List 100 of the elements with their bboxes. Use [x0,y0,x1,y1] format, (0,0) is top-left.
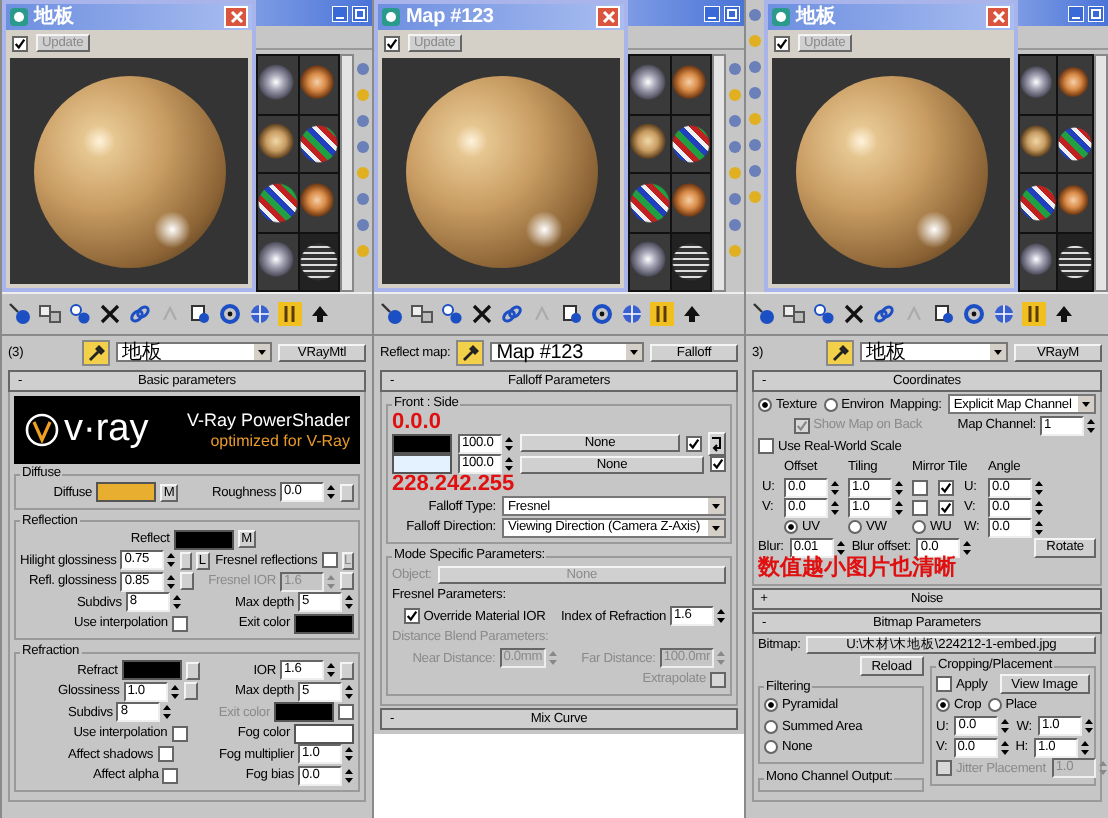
material-slot[interactable] [671,115,710,172]
color-swatch[interactable] [173,529,234,550]
checkbox[interactable] [793,417,810,434]
checkbox[interactable] [936,760,952,777]
delete-icon[interactable] [842,302,866,326]
ring-icon[interactable] [590,302,614,326]
arrow-up-icon[interactable] [308,302,332,326]
checkbox[interactable] [912,499,928,515]
spinner-arrows-icon[interactable] [962,539,973,556]
spheres-icon[interactable] [812,302,836,326]
cubes-icon[interactable] [38,302,62,326]
color-swatch[interactable] [392,433,452,454]
material-slot[interactable] [1020,115,1055,172]
material-slot[interactable] [1057,233,1092,290]
close-button[interactable] [596,6,620,28]
material-slot[interactable] [671,174,710,231]
checkbox[interactable] [936,676,952,693]
color-swatch[interactable] [294,613,354,634]
chain-icon[interactable] [500,302,524,326]
spinner-arrows-icon[interactable] [716,608,726,625]
globe-icon[interactable] [992,302,1016,326]
maximize-icon[interactable] [724,5,740,21]
dropdown-arrow-icon[interactable] [626,344,642,360]
spinner-arrows-icon[interactable] [344,594,354,611]
checkbox[interactable] [12,35,28,51]
spheres-icon[interactable] [68,302,92,326]
dropdown-arrow-icon[interactable] [708,498,724,515]
spinner-arrows-icon[interactable] [166,552,177,569]
material-slot[interactable] [1057,174,1092,231]
material-slot[interactable] [1057,115,1092,172]
checkbox[interactable] [321,552,338,569]
bars-icon[interactable] [1022,302,1046,326]
spinner-arrows-icon[interactable] [999,739,1010,756]
map-slot-button[interactable] [340,572,354,591]
spheres-icon[interactable] [440,302,464,326]
material-slot[interactable] [1057,56,1092,113]
material-slot[interactable] [1020,56,1055,113]
checkbox[interactable] [171,615,188,632]
ball-arrow-icon[interactable] [752,302,776,326]
clipboard-icon[interactable] [560,302,584,326]
material-slot[interactable] [630,174,669,231]
close-button[interactable] [986,6,1010,28]
ball-arrow-icon[interactable] [380,302,404,326]
material-slot[interactable] [299,174,338,231]
cubes-icon[interactable] [782,302,806,326]
material-slot[interactable] [630,233,669,290]
vertical-scrollbar[interactable] [712,54,726,292]
color-swatch[interactable] [294,723,354,744]
clipboard-icon[interactable] [932,302,956,326]
checkbox[interactable] [912,479,928,495]
arrow-up-icon[interactable] [680,302,704,326]
maximize-icon[interactable] [352,5,368,21]
spinner-arrows-icon[interactable] [162,704,173,721]
dropdown-arrow-icon[interactable] [708,519,724,536]
checkbox[interactable] [938,499,954,515]
minimize-icon[interactable] [1068,5,1084,21]
radio-button[interactable] [936,698,950,713]
name-field[interactable]: Map #123 [490,342,644,362]
bars-icon[interactable] [278,302,302,326]
radio-button[interactable] [764,698,778,713]
ring-icon[interactable] [962,302,986,326]
spinner-arrows-icon[interactable] [326,662,336,679]
material-slot[interactable] [258,174,297,231]
spinner-arrows-icon[interactable] [1034,519,1044,535]
swap-button[interactable] [708,431,726,456]
spinner-arrows-icon[interactable] [169,683,180,700]
radio-button[interactable] [987,698,1002,713]
spinner-arrows-icon[interactable] [894,479,904,495]
radio-button[interactable] [848,520,862,534]
spinner-arrows-icon[interactable] [894,499,904,515]
radio-button[interactable] [912,520,926,534]
material-slot[interactable] [258,56,297,113]
checkbox[interactable] [384,35,400,51]
checkbox[interactable] [686,435,702,452]
chain-icon[interactable] [128,302,152,326]
material-slot[interactable] [671,56,710,113]
arrow-up-icon[interactable] [1052,302,1076,326]
checkbox[interactable] [338,704,354,721]
checkbox[interactable] [938,479,954,495]
material-slot[interactable] [299,233,338,290]
spinner-arrows-icon[interactable] [1034,499,1044,515]
checkbox[interactable] [710,671,726,688]
spinner-arrows-icon[interactable] [1079,739,1090,756]
checkbox[interactable] [710,456,726,473]
ball-arrow-icon[interactable] [8,302,32,326]
close-button[interactable] [224,6,248,28]
radio-button[interactable] [764,719,778,734]
radio-button[interactable] [784,520,798,534]
radio-button[interactable] [823,397,838,412]
spinner-arrows-icon[interactable] [835,539,846,556]
spinner-arrows-icon[interactable] [1000,718,1011,735]
material-slot[interactable] [258,233,297,290]
map-slot-button[interactable] [340,483,354,502]
dropdown-arrow-icon[interactable] [1078,396,1094,413]
vertical-scrollbar[interactable] [340,54,354,292]
pick-button[interactable] [456,339,485,365]
spinner-arrows-icon[interactable] [344,767,354,784]
material-slot[interactable] [630,115,669,172]
material-slot[interactable] [299,115,338,172]
color-swatch[interactable] [121,660,182,681]
